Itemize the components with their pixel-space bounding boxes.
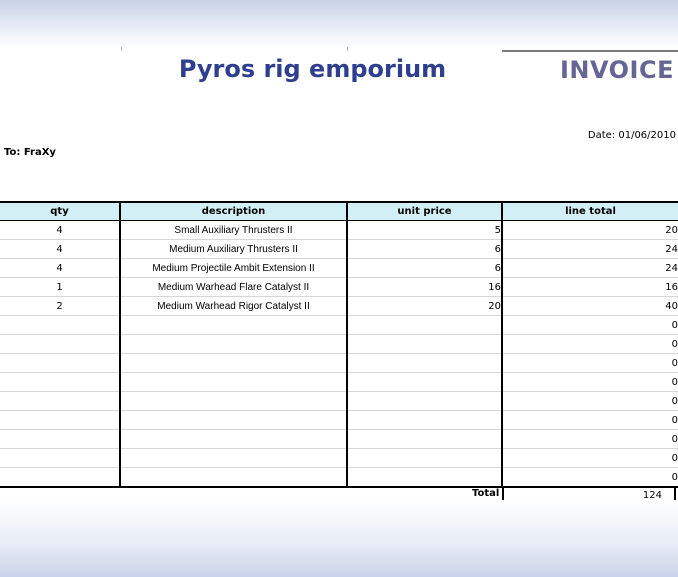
recipient: To: FraXy xyxy=(4,147,56,158)
table-row: 0 xyxy=(0,410,678,430)
cell-unit-price xyxy=(346,448,502,468)
cell-line-total: 0 xyxy=(501,410,678,430)
table-row: 0 xyxy=(0,467,678,488)
footer-band xyxy=(0,500,678,577)
column-tick xyxy=(347,47,348,51)
cell-qty: 2 xyxy=(0,296,120,316)
table-row: 4 Medium Auxiliary Thrusters II 6 24 xyxy=(0,239,678,259)
cell-description xyxy=(119,448,347,468)
table-header-row: qty description unit price line total xyxy=(0,201,678,221)
cell-line-total: 24 xyxy=(501,258,678,278)
cell-qty xyxy=(0,315,120,335)
cell-unit-price: 6 xyxy=(346,258,502,278)
cell-qty: 4 xyxy=(0,220,120,240)
cell-unit-price: 5 xyxy=(346,220,502,240)
cell-unit-price xyxy=(346,410,502,430)
cell-line-total: 0 xyxy=(501,467,678,488)
table-row: 0 xyxy=(0,315,678,335)
cell-qty xyxy=(0,372,120,392)
line-items-table: qty description unit price line total 4S… xyxy=(0,201,678,488)
cell-description: Medium Auxiliary Thrusters II xyxy=(119,239,347,259)
cell-line-total: 0 xyxy=(501,353,678,373)
cell-description xyxy=(119,391,347,411)
table-row: 4 Small Auxiliary Thrusters II 5 20 xyxy=(0,220,678,240)
table-row: 0 xyxy=(0,372,678,392)
header-description: description xyxy=(119,201,347,221)
cell-unit-price xyxy=(346,372,502,392)
table-row: 4 Medium Projectile Ambit Extension II 6 24 xyxy=(0,258,678,278)
cell-line-total: 0 xyxy=(501,372,678,392)
cell-line-total: 0 xyxy=(501,315,678,335)
cell-description: Medium Warhead Flare Catalyst II xyxy=(119,277,347,297)
cell-line-total: 0 xyxy=(501,334,678,354)
header-unit-price: unit price xyxy=(346,201,502,221)
cell-line-total: 0 xyxy=(501,448,678,468)
cell-description: Medium Warhead Rigor Catalyst II xyxy=(119,296,347,316)
cell-qty xyxy=(0,391,120,411)
cell-qty xyxy=(0,467,120,488)
cell-description xyxy=(119,467,347,488)
cell-description: Medium Projectile Ambit Extension II xyxy=(119,258,347,278)
cell-description xyxy=(119,429,347,449)
table-row: 0 xyxy=(0,429,678,449)
cell-qty xyxy=(0,448,120,468)
cell-line-total: 40 xyxy=(501,296,678,316)
cell-qty xyxy=(0,410,120,430)
cell-line-total: 20 xyxy=(501,220,678,240)
cell-qty: 1 xyxy=(0,277,120,297)
company-name: Pyros rig emporium xyxy=(178,55,447,83)
cell-line-total: 0 xyxy=(501,391,678,411)
cell-qty xyxy=(0,429,120,449)
cell-unit-price: 6 xyxy=(346,239,502,259)
table-row: 2 Medium Warhead Rigor Catalyst II 20 40 xyxy=(0,296,678,316)
cell-unit-price xyxy=(346,467,502,488)
cell-qty: 4 xyxy=(0,239,120,259)
cell-unit-price: 20 xyxy=(346,296,502,316)
cell-line-total: 16 xyxy=(501,277,678,297)
column-tick xyxy=(121,47,122,51)
header-band xyxy=(0,0,678,48)
cell-unit-price xyxy=(346,334,502,354)
cell-description: Small Auxiliary Thrusters II xyxy=(119,220,347,240)
table-row: 0 xyxy=(0,391,678,411)
invoice-title: INVOICE xyxy=(559,56,674,84)
cell-unit-price: 16 xyxy=(346,277,502,297)
cell-line-total: 24 xyxy=(501,239,678,259)
table-row: 0 xyxy=(0,448,678,468)
cell-unit-price xyxy=(346,315,502,335)
cell-unit-price xyxy=(346,391,502,411)
cell-description xyxy=(119,334,347,354)
table-row: 0 xyxy=(0,334,678,354)
cell-qty xyxy=(0,334,120,354)
total-label: Total xyxy=(472,488,500,499)
cell-line-total: 0 xyxy=(501,429,678,449)
cell-unit-price xyxy=(346,429,502,449)
cell-qty xyxy=(0,353,120,373)
cell-description xyxy=(119,353,347,373)
invoice-rule xyxy=(502,50,678,52)
table-row: 0 xyxy=(0,353,678,373)
cell-qty: 4 xyxy=(0,258,120,278)
header-line-total: line total xyxy=(501,201,678,221)
cell-description xyxy=(119,410,347,430)
invoice-date: Date: 01/06/2010 xyxy=(587,130,676,141)
header-qty: qty xyxy=(0,201,120,221)
cell-unit-price xyxy=(346,353,502,373)
cell-description xyxy=(119,315,347,335)
table-row: 1 Medium Warhead Flare Catalyst II 16 16 xyxy=(0,277,678,297)
cell-description xyxy=(119,372,347,392)
